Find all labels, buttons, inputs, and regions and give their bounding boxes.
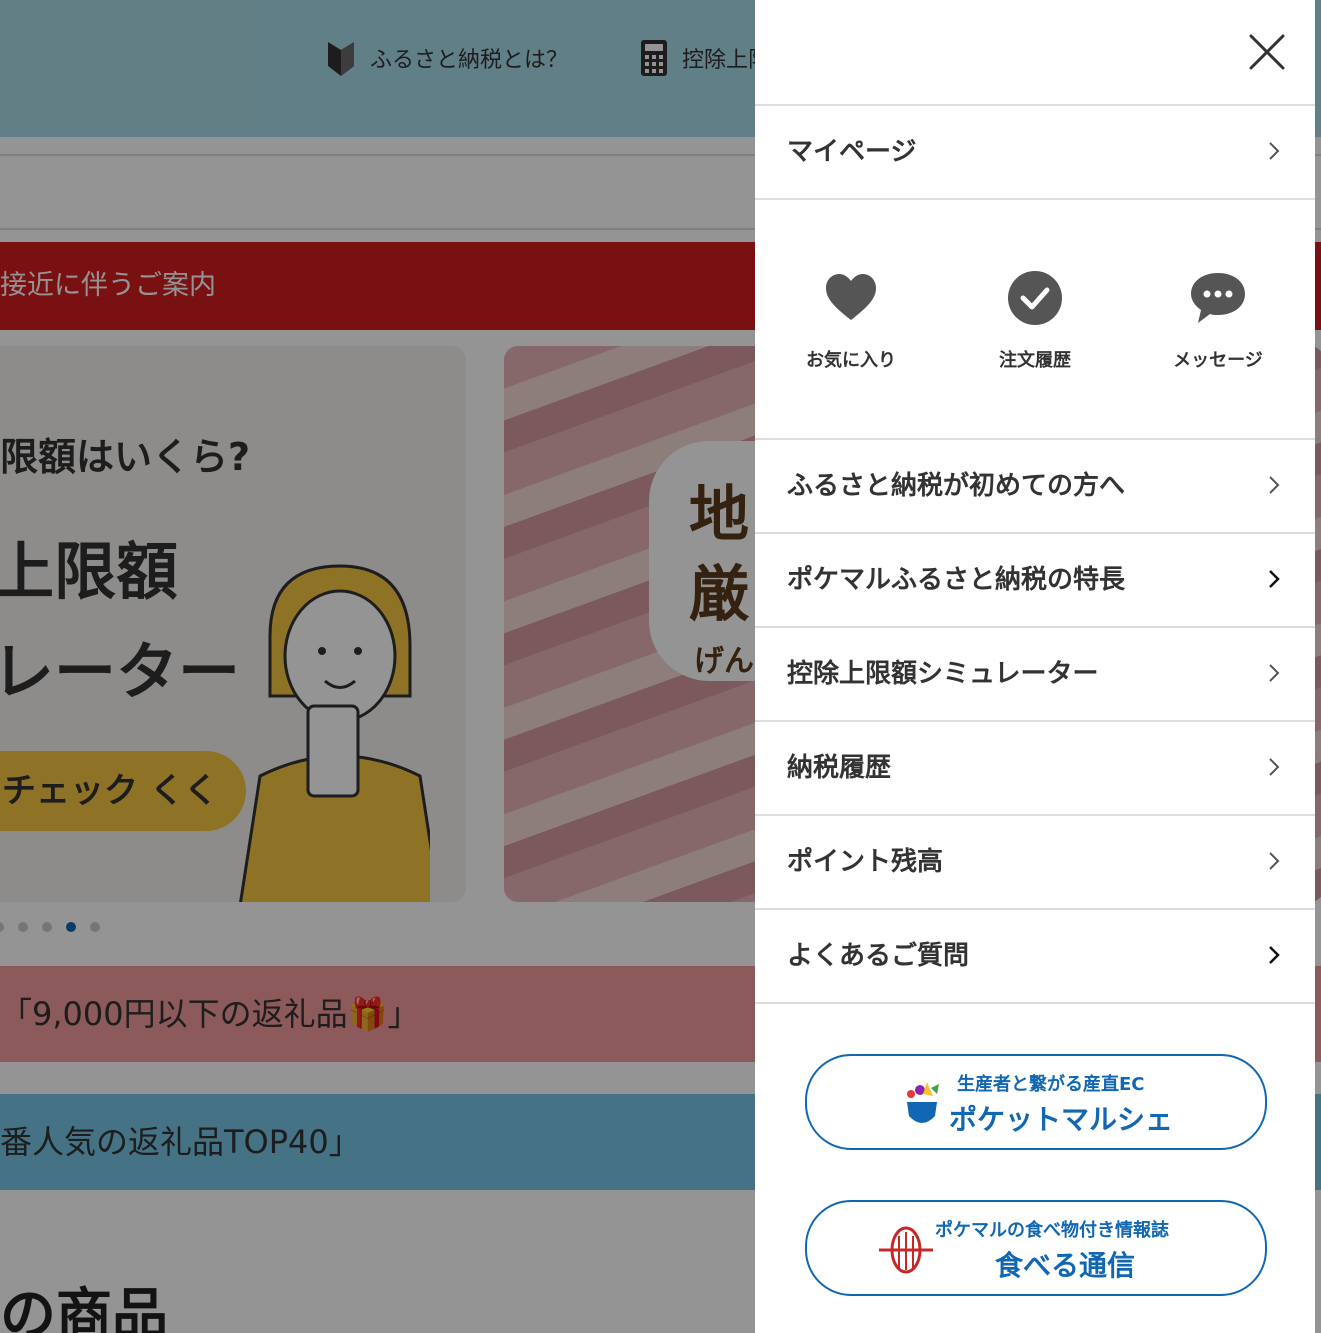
menu-item-label: ポイント残高 — [787, 847, 944, 877]
menu-item-label: よくあるご質問 — [787, 941, 970, 971]
shortcut-label: お気に入り — [806, 350, 896, 371]
menu-item-mypage[interactable]: マイページ — [755, 106, 1315, 198]
chat-bubble-icon — [1191, 273, 1245, 323]
heart-icon — [826, 274, 876, 320]
menu-item-tax-history[interactable]: 納税履歴 — [755, 722, 1315, 814]
menu-item-label: ポケマルふるさと納税の特長 — [787, 565, 1126, 595]
pocket-marche-logo-icon — [907, 1082, 939, 1123]
taberu-tsushin-tagline: ポケマルの食べ物付き情報誌 — [935, 1220, 1169, 1241]
chevron-right-icon — [1269, 570, 1280, 588]
close-icon — [1249, 34, 1285, 70]
menu-item-beginners[interactable]: ふるさと納税が初めての方へ — [755, 440, 1315, 532]
shortcut-favorites[interactable]: お気に入り — [761, 270, 941, 372]
taberu-tsushin-logo-icon — [879, 1226, 933, 1274]
pocket-marche-link[interactable]: 生産者と繋がる産直EC ポケットマルシェ — [805, 1054, 1267, 1150]
chevron-right-icon — [1269, 946, 1280, 964]
shortcut-order-history[interactable]: 注文履歴 — [945, 270, 1125, 372]
menu-item-faq[interactable]: よくあるご質問 — [755, 910, 1315, 1002]
menu-item-label: 納税履歴 — [787, 753, 892, 783]
pocket-marche-title: ポケットマルシェ — [949, 1103, 1174, 1136]
menu-item-label: ふるさと納税が初めての方へ — [787, 471, 1126, 501]
shortcut-row: お気に入り 注文履歴 メッセージ — [755, 200, 1315, 438]
menu-item-features[interactable]: ポケマルふるさと納税の特長 — [755, 534, 1315, 626]
taberu-tsushin-title: 食べる通信 — [995, 1249, 1136, 1282]
pocket-marche-tagline: 生産者と繋がる産直EC — [957, 1074, 1145, 1095]
menu-item-simulator[interactable]: 控除上限額シミュレーター — [755, 628, 1315, 720]
chevron-right-icon — [1269, 852, 1280, 870]
side-drawer: マイページ お気に入り 注文履歴 メッセージ ふるさと納税が初めての方へ ポケマ… — [755, 0, 1315, 1333]
chevron-right-icon — [1269, 142, 1280, 160]
menu-item-points[interactable]: ポイント残高 — [755, 816, 1315, 908]
chevron-right-icon — [1269, 758, 1280, 776]
taberu-tsushin-link[interactable]: ポケマルの食べ物付き情報誌 食べる通信 — [805, 1200, 1267, 1296]
close-button[interactable] — [1245, 30, 1289, 74]
shortcut-label: 注文履歴 — [999, 350, 1071, 371]
divider — [755, 1002, 1315, 1004]
check-circle-icon — [1008, 271, 1062, 325]
chevron-right-icon — [1269, 664, 1280, 682]
shortcut-messages[interactable]: メッセージ — [1128, 270, 1308, 372]
menu-item-label: 控除上限額シミュレーター — [787, 659, 1099, 689]
shortcut-label: メッセージ — [1173, 350, 1263, 371]
menu-item-label: マイページ — [787, 137, 917, 167]
chevron-right-icon — [1269, 476, 1280, 494]
